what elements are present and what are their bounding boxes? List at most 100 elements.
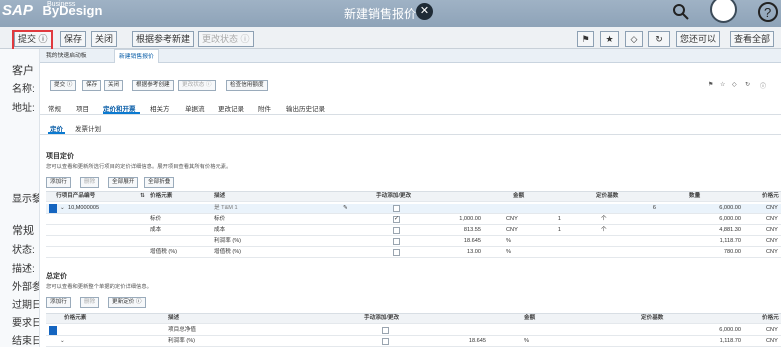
price-currency: CNY [766,227,778,233]
main-tab-general[interactable]: 常规 [48,103,61,113]
collapse-icon[interactable]: ⌄ [60,204,68,213]
table-row[interactable]: 项目总净值 6,000.00 CNY [46,326,781,336]
col-amount: 金额 [524,315,536,321]
manual-checkbox[interactable] [393,249,400,256]
inner-close-button[interactable]: 关闭 [104,80,124,91]
inner-flag-icon[interactable]: ⚑ [708,81,713,88]
display-label: 显示黎 [12,194,40,205]
table-row[interactable]: ⌄ 利润率 (%) 18.645 % 1,118.70 CNY [46,337,781,347]
delete-button[interactable]: 删除 [80,177,100,188]
inner-star-icon[interactable]: ☆ [720,81,725,88]
table-row[interactable]: 增值税 (%) 增值税 (%) 13.00 % 780.00 CNY [46,248,781,258]
row-description: 利润率 (%) [168,338,196,344]
manual-checkbox[interactable] [393,227,400,234]
expand-all-button[interactable]: 全部展开 [108,177,139,188]
sub-tab-invoice-plan[interactable]: 发票计划 [75,123,101,133]
total-delete-button[interactable]: 删除 [80,297,100,308]
inner-tag-icon[interactable]: ◇ [732,81,737,88]
save-button[interactable]: 保存 [60,31,87,47]
inner-refresh-icon[interactable]: ↻ [745,81,750,88]
inner-submit-button[interactable]: 提交 ⓘ [50,80,77,91]
main-tab-attachments[interactable]: 附件 [258,103,271,113]
main-row-price-currency: CNY [766,205,778,211]
inner-create-by-ref-button[interactable]: 根据参考创建 [132,80,174,91]
main-tab-output-history[interactable]: 输出历史记录 [286,103,325,113]
col-manual: 手动添加/更改 [376,193,412,199]
row-description: 标价 [214,216,226,222]
manual-checkbox[interactable] [393,205,400,212]
tab-new-quote[interactable]: 新建销售报价 [114,49,159,63]
create-by-reference-button[interactable]: 根据参考新建 [132,31,195,47]
row-description: 成本 [214,227,226,233]
inner-tab-bar: 我的快速启动板 新建销售报价 [40,49,781,63]
col-pricing-base: 定价基数 [641,315,664,321]
tab-quick-launch[interactable]: 我的快速启动板 [42,49,91,63]
price-currency: CNY [766,238,778,244]
sap-logo: SAP Business ByDesign [2,1,102,19]
total-pricing-table: 价格元素 描述 手动添加/更改 金额 定价基数 价格元 项目总净值 6,000.… [46,313,781,347]
pricing-base: 1 [557,227,561,233]
search-icon[interactable] [672,3,690,26]
change-status-button[interactable]: 更改状态 ⓘ [198,31,254,47]
inner-save-button[interactable]: 保存 [82,80,102,91]
amount-value: 1,000.00 [459,216,481,222]
price-value: 1,118.70 [719,338,741,344]
main-tab-document-flow[interactable]: 单据流 [185,103,205,113]
currency: CNY [506,216,518,222]
inner-help-icon[interactable]: ⓘ [760,81,766,90]
star-icon[interactable]: ★ [600,31,619,47]
col-item-product: 行项目产品编号 [56,193,96,199]
manual-checkbox[interactable] [393,238,400,245]
svg-text:?: ? [764,5,771,20]
col-price: 价格元 [762,193,779,199]
edit-icon[interactable]: ✎ [343,204,351,213]
price-value: 6,000.00 [719,327,741,333]
status-label: 状态: [12,245,35,256]
close-circle-icon[interactable]: ✕ [416,3,433,20]
you-can-also-button[interactable]: 您还可以 [676,31,721,47]
check-credit-button[interactable]: 检查信用额度 [226,80,268,91]
table-row[interactable]: 成本 成本 813.55 CNY 1 个 4,881.30 CNY [46,226,781,236]
sort-icon[interactable]: ⇅ [140,192,146,201]
main-tab-parties[interactable]: 相关方 [150,103,170,113]
main-tab-change-log[interactable]: 更改记录 [218,103,244,113]
table-row[interactable]: 利润率 (%) 18.645 % 1,118.70 CNY [46,237,781,247]
unit: 个 [601,216,607,222]
table-row[interactable]: 标价 标价 ✓ 1,000.00 CNY 1 个 6,000.00 CNY [46,215,781,225]
view-all-button[interactable]: 查看全部 [730,31,775,47]
update-pricing-button[interactable]: 更新定价 ⓘ [108,297,146,308]
price-value: 780.00 [723,249,741,255]
help-icon[interactable]: ? [757,1,779,28]
inner-change-status-button[interactable]: 更改状态 ⓘ [178,80,216,91]
currency: CNY [506,227,518,233]
total-add-row-button[interactable]: 添加行 [46,297,71,308]
sub-tab-divider [40,134,781,135]
product-id: 10,M000005 [68,205,100,211]
collapse-all-button[interactable]: 全部折叠 [144,177,175,188]
refresh-icon[interactable]: ↻ [648,31,670,47]
price-currency: CNY [766,338,778,344]
page-title: 新建销售报价 [344,7,417,21]
avatar-icon[interactable] [710,0,737,23]
table-row[interactable]: ⌄ 10,M000005 是 T&M 1 ✎ 6 6,000.00 CNY [46,204,781,214]
manual-checkbox[interactable]: ✓ [393,216,400,223]
tag-icon[interactable]: ◇ [625,31,643,47]
row-selector[interactable] [49,326,57,335]
manual-checkbox[interactable] [382,327,389,334]
col-price: 价格元 [762,315,779,321]
price-currency: CNY [766,249,778,255]
logo-business-text: Business [47,1,76,8]
expand-icon[interactable]: ⌄ [60,337,68,346]
general-section-title: 常规 [12,225,34,237]
close-button[interactable]: 关闭 [91,31,118,47]
add-row-button[interactable]: 添加行 [46,177,71,188]
manual-checkbox[interactable] [382,338,389,345]
row-selector[interactable] [49,204,57,213]
flag-icon[interactable]: ⚑ [577,31,594,47]
amount-value: 18.645 [463,238,481,244]
price-element: 增值税 (%) [150,249,178,255]
price-currency: CNY [766,216,778,222]
price-element: 成本 [150,227,162,233]
currency: % [506,249,511,255]
main-tab-items[interactable]: 项目 [76,103,89,113]
